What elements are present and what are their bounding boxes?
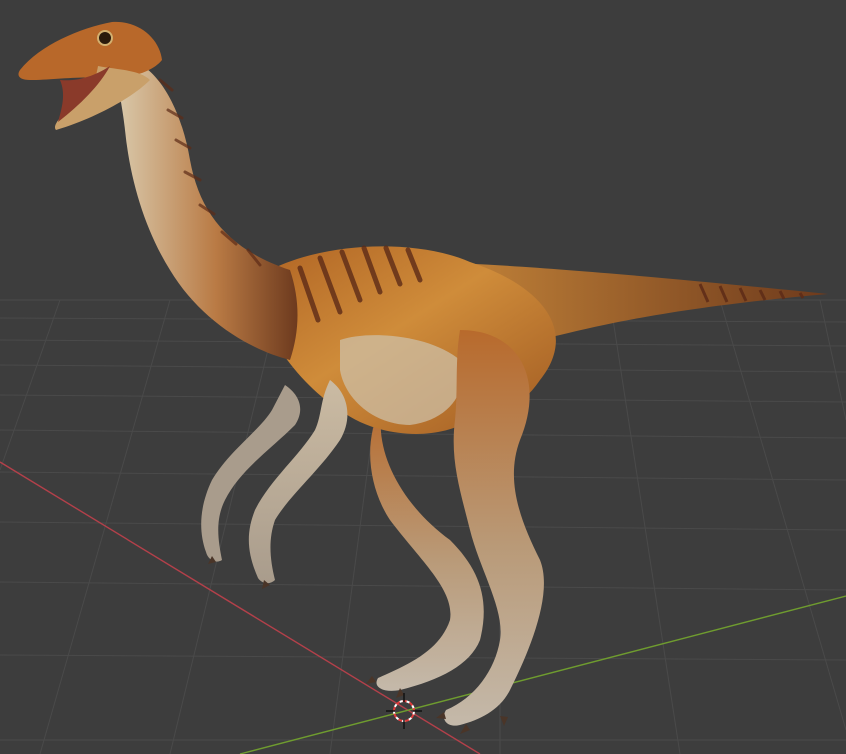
dinosaur-leg-near — [443, 330, 544, 726]
viewport-canvas[interactable] — [0, 0, 846, 754]
dinosaur-model[interactable] — [18, 21, 828, 734]
dinosaur-head — [18, 21, 162, 80]
dinosaur-eye — [97, 30, 113, 46]
3d-viewport[interactable] — [0, 0, 846, 754]
y-axis-line — [239, 595, 846, 754]
